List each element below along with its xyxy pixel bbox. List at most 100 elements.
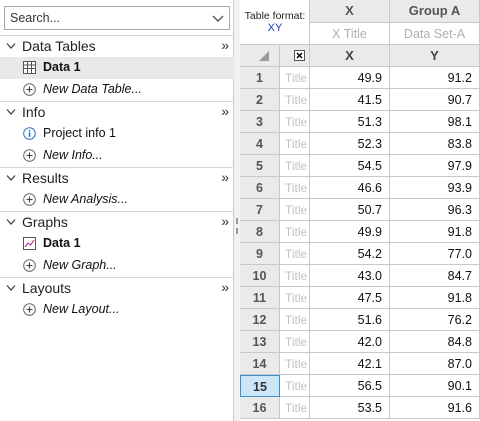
x-value-cell[interactable]: 43.0 [310,265,390,287]
chevron-down-icon[interactable] [6,284,16,292]
row-title-cell[interactable]: Title [280,133,310,155]
x-value-cell[interactable]: 49.9 [310,221,390,243]
row-title-cell[interactable]: Title [280,199,310,221]
data-sheet: Table format: XY X Group A X Title Data … [240,0,480,421]
x-value-cell[interactable]: 46.6 [310,177,390,199]
x-value-cell[interactable]: 52.3 [310,133,390,155]
row-title-cell[interactable]: Title [280,375,310,397]
y-value-cell[interactable]: 91.8 [390,221,480,243]
y-value-cell[interactable]: 93.9 [390,177,480,199]
row-title-cell[interactable]: Title [280,177,310,199]
y-value-cell[interactable]: 77.0 [390,243,480,265]
row-title-cell[interactable]: Title [280,353,310,375]
y-value-cell[interactable]: 98.1 [390,111,480,133]
y-value-cell[interactable]: 87.0 [390,353,480,375]
row-title-cell[interactable]: Title [280,397,310,419]
close-icon[interactable] [294,50,305,61]
y-value-cell[interactable]: 91.2 [390,67,480,89]
table-format-cell[interactable]: Table format: XY [240,0,310,45]
section-header-info[interactable]: Info » [0,101,234,123]
y-value-cell[interactable]: 91.8 [390,287,480,309]
x-value-cell[interactable]: 54.5 [310,155,390,177]
row-number[interactable]: 5 [240,155,280,177]
nav-item-data-tables-data-1[interactable]: Data 1 [0,57,234,79]
nav-item-info-new-info[interactable]: New Info... [0,145,234,167]
x-title-field[interactable]: X Title [310,23,390,45]
column-header-x[interactable]: X [310,0,390,23]
y-value-cell[interactable]: 84.8 [390,331,480,353]
chevron-down-icon[interactable] [211,10,225,26]
nav-item-graphs-data-1[interactable]: Data 1 [0,233,234,255]
row-number[interactable]: 6 [240,177,280,199]
row-number[interactable]: 1 [240,67,280,89]
y-value-cell[interactable]: 90.7 [390,89,480,111]
section-label: Results [22,170,69,186]
row-title-cell[interactable]: Title [280,309,310,331]
row-number[interactable]: 4 [240,133,280,155]
row-title-cell[interactable]: Title [280,111,310,133]
row-number[interactable]: 8 [240,221,280,243]
graph-icon [23,237,36,250]
row-title-cell[interactable]: Title [280,67,310,89]
nav-item-data-tables-new-data-table[interactable]: New Data Table... [0,79,234,101]
x-value-cell[interactable]: 56.5 [310,375,390,397]
expand-more-icon[interactable]: » [221,37,229,53]
nav-item-graphs-new-graph[interactable]: New Graph... [0,255,234,277]
x-value-cell[interactable]: 51.3 [310,111,390,133]
chevron-down-icon[interactable] [6,42,16,50]
row-number[interactable]: 15 [240,375,280,397]
y-value-cell[interactable]: 90.1 [390,375,480,397]
chevron-down-icon[interactable] [6,174,16,182]
x-value-cell[interactable]: 51.6 [310,309,390,331]
section-header-results[interactable]: Results » [0,167,234,189]
data-set-title-field[interactable]: Data Set-A [390,23,480,45]
row-title-cell[interactable]: Title [280,287,310,309]
expand-more-icon[interactable]: » [221,169,229,185]
nav-item-info-project-info-1[interactable]: Project info 1 [0,123,234,145]
chevron-down-icon[interactable] [6,218,16,226]
row-title-header [280,45,310,67]
expand-more-icon[interactable]: » [221,103,229,119]
x-value-cell[interactable]: 42.1 [310,353,390,375]
select-all-corner[interactable] [240,45,280,67]
row-number[interactable]: 16 [240,397,280,419]
row-title-cell[interactable]: Title [280,221,310,243]
section-header-data-tables[interactable]: Data Tables » [0,35,234,57]
row-number[interactable]: 9 [240,243,280,265]
x-value-cell[interactable]: 50.7 [310,199,390,221]
x-value-cell[interactable]: 53.5 [310,397,390,419]
x-value-cell[interactable]: 42.0 [310,331,390,353]
column-header-group-a[interactable]: Group A [390,0,480,23]
row-number[interactable]: 14 [240,353,280,375]
x-value-cell[interactable]: 49.9 [310,67,390,89]
row-number[interactable]: 11 [240,287,280,309]
chevron-down-icon[interactable] [6,108,16,116]
section-header-layouts[interactable]: Layouts » [0,277,234,299]
row-number[interactable]: 3 [240,111,280,133]
row-title-cell[interactable]: Title [280,331,310,353]
y-value-cell[interactable]: 76.2 [390,309,480,331]
row-title-cell[interactable]: Title [280,243,310,265]
row-title-cell[interactable]: Title [280,265,310,287]
row-number[interactable]: 2 [240,89,280,111]
expand-more-icon[interactable]: » [221,213,229,229]
row-title-cell[interactable]: Title [280,155,310,177]
row-number[interactable]: 10 [240,265,280,287]
row-number[interactable]: 12 [240,309,280,331]
expand-more-icon[interactable]: » [221,279,229,295]
row-title-cell[interactable]: Title [280,89,310,111]
section-header-graphs[interactable]: Graphs » [0,211,234,233]
x-value-cell[interactable]: 54.2 [310,243,390,265]
x-value-cell[interactable]: 47.5 [310,287,390,309]
y-value-cell[interactable]: 96.3 [390,199,480,221]
nav-item-layouts-new-layout[interactable]: New Layout... [0,299,234,321]
y-value-cell[interactable]: 91.6 [390,397,480,419]
row-number[interactable]: 13 [240,331,280,353]
y-value-cell[interactable]: 83.8 [390,133,480,155]
search-input[interactable]: Search... [4,6,230,30]
nav-item-results-new-analysis[interactable]: New Analysis... [0,189,234,211]
y-value-cell[interactable]: 84.7 [390,265,480,287]
row-number[interactable]: 7 [240,199,280,221]
x-value-cell[interactable]: 41.5 [310,89,390,111]
y-value-cell[interactable]: 97.9 [390,155,480,177]
